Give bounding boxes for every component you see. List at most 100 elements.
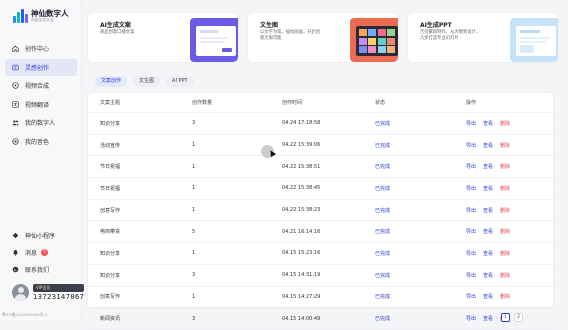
tab-ai-ppt[interactable]: AI PPT <box>166 76 194 87</box>
header-status: 状态 <box>375 100 386 106</box>
nav-label: 我的音色 <box>25 138 50 146</box>
delete-button[interactable]: 删除 <box>500 120 510 127</box>
nav-label: 联系我们 <box>25 266 50 274</box>
export-button[interactable]: 导出 <box>466 207 476 214</box>
cell-topic: 电商带货 <box>100 229 121 236</box>
card-title: AI生成文案 <box>100 22 131 29</box>
nav-label: 视频合成 <box>25 83 50 90</box>
nav-item-video-translate[interactable]: 视频翻译 <box>5 96 77 113</box>
main-nav: 创作中心 灵感创作 视频合成 视频翻译 我的数字人 我的音色 <box>5 40 77 151</box>
icp-license[interactable]: 粤ICP备2022000040号-2 <box>2 312 47 318</box>
nav-item-video-synthesis[interactable]: 视频合成 <box>5 77 77 94</box>
cell-status: 已完成 <box>375 185 391 192</box>
header-topic: 文案主题 <box>100 100 121 106</box>
nav-item-messages[interactable]: 消息 5 <box>5 244 77 260</box>
view-button[interactable]: 查看 <box>483 207 493 214</box>
cell-count: 1 <box>192 207 196 214</box>
app-logo[interactable]: 神仙数字人 内容生成平台 <box>12 8 69 24</box>
cell-count: 1 <box>192 185 196 192</box>
export-button[interactable]: 导出 <box>466 293 476 300</box>
delete-button[interactable]: 删除 <box>500 142 510 149</box>
card-ai-ppt[interactable]: AI生成PPT 告别繁琐制作，从大纲到设计，几步打造专业幻灯片 <box>408 13 558 62</box>
cell-count: 3 <box>192 120 196 127</box>
view-button[interactable]: 查看 <box>483 185 493 192</box>
view-button[interactable]: 查看 <box>483 142 493 149</box>
export-button[interactable]: 导出 <box>466 228 476 235</box>
card-desc: 以文字为笔，描绘画面，开启创意无限可能 <box>260 30 321 42</box>
nav-label: 视频翻译 <box>25 101 50 109</box>
view-button[interactable]: 查看 <box>483 272 493 279</box>
view-button[interactable]: 查看 <box>483 293 493 300</box>
table-row: 活动宣传 1 04.22 15:39:06 已完成 导出 查看 删除 <box>88 135 553 157</box>
user-profile[interactable]: VIP会员 13723147867 <box>12 284 85 301</box>
export-button[interactable]: 导出 <box>466 163 476 170</box>
records-table: 文案主题 创作数量 创作时间 状态 操作 知识分享 3 04.24 17:18:58… <box>88 93 553 330</box>
nav-label: 消息 <box>25 249 38 257</box>
cell-count: 1 <box>192 250 196 257</box>
table-row: 节日祝福 1 04.22 15:38:51 已完成 导出 查看 删除 <box>88 156 553 179</box>
app-title: 神仙数字人 <box>31 9 69 18</box>
delete-button[interactable]: 删除 <box>500 163 510 170</box>
nav-label: 神仙小程序 <box>25 232 56 240</box>
table-row: 创意写作 1 04.22 15:38:23 已完成 导出 查看 删除 <box>88 200 553 222</box>
view-button[interactable]: 查看 <box>483 315 493 322</box>
nav-item-mini-program[interactable]: 神仙小程序 <box>5 227 77 243</box>
card-thumbnail <box>350 18 398 62</box>
app-subtitle: 内容生成平台 <box>31 17 54 22</box>
page-2-button[interactable]: 2 <box>514 313 523 322</box>
export-button[interactable]: 导出 <box>466 142 476 149</box>
delete-button[interactable]: 删除 <box>500 207 510 214</box>
cell-count: 3 <box>192 272 196 279</box>
miniapp-icon <box>12 232 19 238</box>
cell-topic: 知识分享 <box>100 272 121 279</box>
header-count: 创作数量 <box>192 100 213 106</box>
voice-icon <box>12 137 19 145</box>
cell-status: 已完成 <box>375 250 391 257</box>
cell-topic: 活动宣传 <box>100 142 121 149</box>
card-text-to-image[interactable]: 文生图 以文字为笔，描绘画面，开启创意无限可能 <box>248 13 398 62</box>
contact-icon <box>12 266 19 272</box>
table-body: 知识分享 3 04.24 17:18:58 已完成 导出 查看 删除 活动宣传 1 04.22 1… <box>88 113 553 330</box>
delete-button[interactable]: 删除 <box>500 228 510 235</box>
cell-status: 已完成 <box>375 294 391 301</box>
nav-item-creation-center[interactable]: 创作中心 <box>5 40 77 57</box>
nav-item-my-avatars[interactable]: 我的数字人 <box>5 114 77 131</box>
card-ai-copywriting[interactable]: AI生成文案 商品创意口播文案 <box>88 13 238 62</box>
export-button[interactable]: 导出 <box>466 120 476 127</box>
delete-button[interactable]: 删除 <box>500 293 510 300</box>
cell-topic: 节日祝福 <box>100 185 121 192</box>
avatar[interactable] <box>12 284 29 301</box>
delete-button[interactable]: 删除 <box>500 250 510 257</box>
export-button[interactable]: 导出 <box>466 315 476 322</box>
cell-count: 1 <box>192 142 196 149</box>
table-row: 电商带货 5 04.21 16:14:16 已完成 导出 查看 删除 <box>88 221 553 244</box>
view-button[interactable]: 查看 <box>483 250 493 257</box>
view-button[interactable]: 查看 <box>483 228 493 235</box>
home-icon <box>12 45 19 52</box>
cell-status: 已完成 <box>375 207 391 214</box>
cell-topic: 新闻资讯 <box>100 316 121 323</box>
view-button[interactable]: 查看 <box>483 120 493 127</box>
nav-item-my-voices[interactable]: 我的音色 <box>5 133 77 150</box>
card-thumbnail <box>190 18 238 62</box>
card-desc: 商品创意口播文案 <box>100 30 135 35</box>
delete-button[interactable]: 删除 <box>500 185 510 192</box>
delete-button[interactable]: 删除 <box>500 272 510 279</box>
cell-topic: 创意写作 <box>100 294 121 301</box>
nav-item-contact[interactable]: 联系我们 <box>5 261 77 277</box>
nav-item-inspiration[interactable]: 灵感创作 <box>5 58 77 76</box>
pagination: ‹ 1 2 › <box>495 313 529 322</box>
view-button[interactable]: 查看 <box>483 163 493 170</box>
tab-text-to-image[interactable]: 文生图 <box>133 76 161 87</box>
cell-time: 04.22 15:38:23 <box>282 207 321 214</box>
tab-copywriting[interactable]: 文案创作 <box>95 76 128 87</box>
page-1-button[interactable]: 1 <box>501 313 510 322</box>
export-button[interactable]: 导出 <box>466 185 476 192</box>
bell-icon <box>13 249 18 256</box>
cell-status: 已完成 <box>375 120 391 127</box>
export-button[interactable]: 导出 <box>466 272 476 279</box>
nav-label: 我的数字人 <box>25 120 56 127</box>
cell-status: 已完成 <box>375 142 391 149</box>
export-button[interactable]: 导出 <box>466 250 476 257</box>
cell-time: 04.24 17:18:58 <box>282 120 321 127</box>
